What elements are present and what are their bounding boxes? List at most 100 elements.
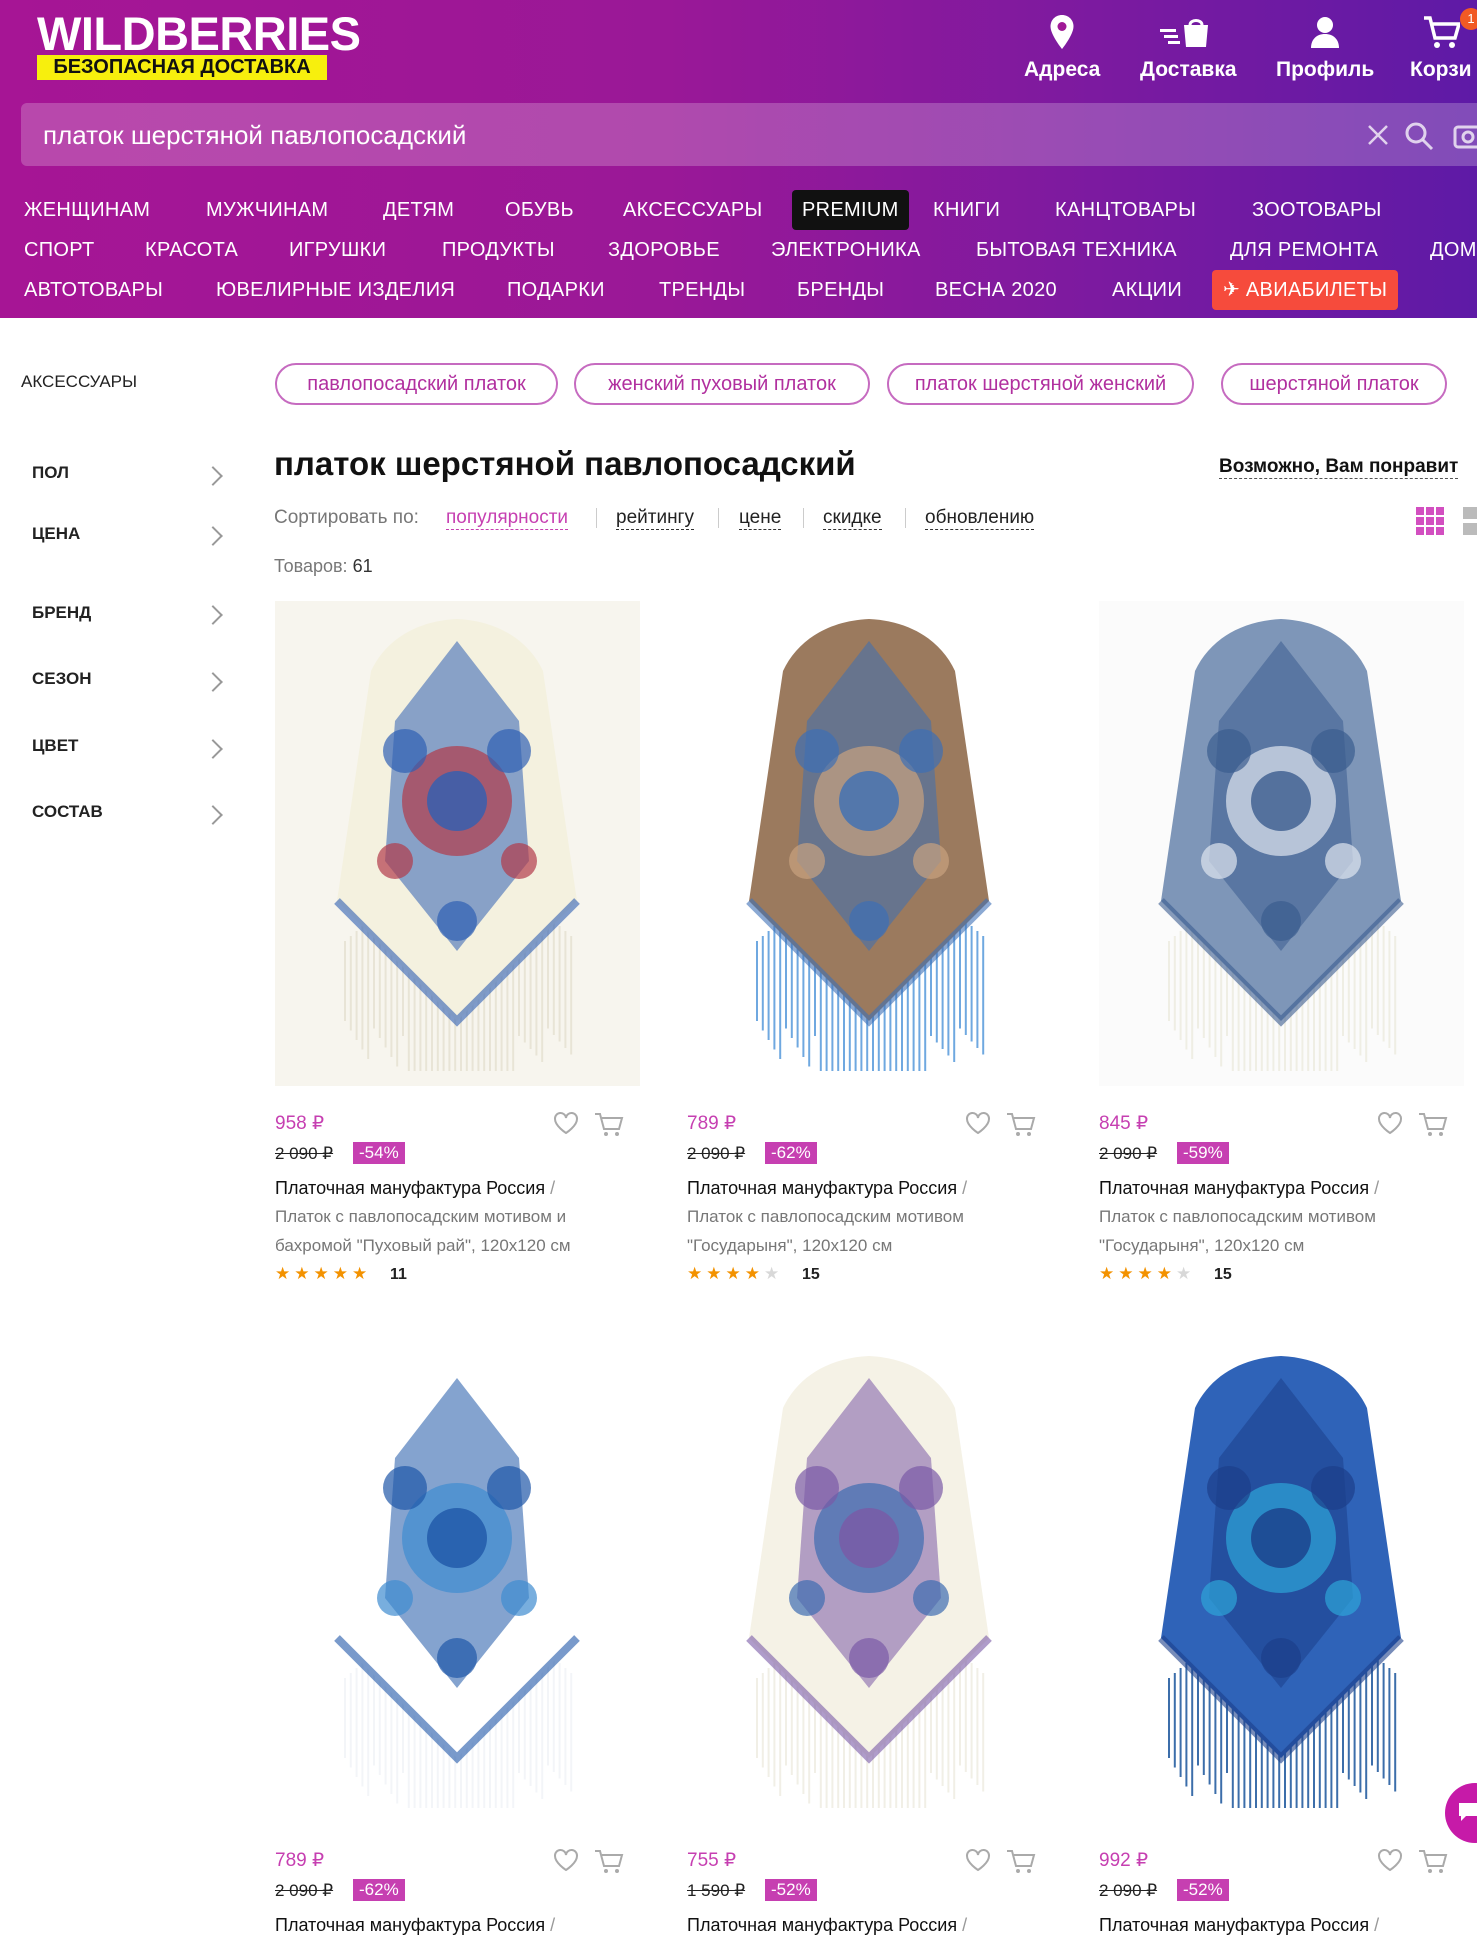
discount-badge: -62%	[765, 1142, 817, 1164]
cat-shoes[interactable]: ОБУВЬ	[505, 190, 574, 230]
product-image[interactable]	[275, 601, 640, 1086]
location-pin-icon	[1049, 12, 1075, 52]
product-brand[interactable]: Платочная мануфактура Россия /	[275, 1915, 555, 1936]
suggestion-chip[interactable]: павлопосадский платок	[275, 363, 558, 405]
cat-toys[interactable]: ИГРУШКИ	[289, 230, 386, 270]
filter-price[interactable]: ЦЕНА	[32, 524, 80, 544]
cat-spring-2020[interactable]: ВЕСНА 2020	[935, 270, 1057, 310]
add-to-cart-icon[interactable]	[1418, 1848, 1448, 1879]
nav-profile-label: Профиль	[1276, 58, 1375, 81]
cat-home[interactable]: ДОМ	[1430, 230, 1477, 270]
search-icon[interactable]	[1404, 121, 1434, 156]
heart-icon[interactable]	[553, 1111, 579, 1140]
review-count: 15	[1214, 1266, 1232, 1283]
cat-appliances[interactable]: БЫТОВАЯ ТЕХНИКА	[976, 230, 1177, 270]
cat-avia-label: АВИАБИЛЕТЫ	[1245, 279, 1388, 301]
add-to-cart-icon[interactable]	[594, 1848, 624, 1879]
cat-avia[interactable]: ✈ АВИАБИЛЕТЫ	[1212, 270, 1399, 310]
grid-view-icon[interactable]	[1416, 507, 1444, 535]
cat-beauty[interactable]: КРАСОТА	[145, 230, 238, 270]
cat-pets[interactable]: ЗООТОВАРЫ	[1252, 190, 1382, 230]
product-brand[interactable]: Платочная мануфактура Россия /	[1099, 1915, 1379, 1936]
cat-auto[interactable]: АВТОТОВАРЫ	[24, 270, 163, 310]
sort-discount[interactable]: скидке	[823, 507, 882, 530]
product-card[interactable]: 755 ₽ 1 590 ₽ -52% Платочная мануфактура…	[687, 1338, 1052, 1938]
search-input[interactable]	[41, 103, 1345, 168]
product-brand[interactable]: Платочная мануфактура Россия /	[687, 1178, 967, 1199]
product-image[interactable]	[1099, 601, 1464, 1086]
add-to-cart-icon[interactable]	[594, 1111, 624, 1142]
cat-accessories[interactable]: АКСЕССУАРЫ	[623, 190, 763, 230]
product-card[interactable]: 789 ₽ 2 090 ₽ -62% Платочная мануфактура…	[275, 1338, 640, 1938]
nav-addresses[interactable]: Адреса	[1024, 12, 1100, 82]
heart-icon[interactable]	[553, 1848, 579, 1877]
cat-food[interactable]: ПРОДУКТЫ	[442, 230, 555, 270]
sort-price[interactable]: цене	[739, 507, 782, 530]
sort-updated[interactable]: обновлению	[925, 507, 1035, 530]
cat-gifts[interactable]: ПОДАРКИ	[507, 270, 605, 310]
sort-rating[interactable]: рейтингу	[616, 507, 694, 530]
product-description[interactable]: Платок с павлопосадским мотивом "Государ…	[1099, 1202, 1444, 1260]
product-image[interactable]	[1099, 1338, 1464, 1823]
product-card[interactable]: 992 ₽ 2 090 ₽ -52% Платочная мануфактура…	[1099, 1338, 1464, 1938]
product-image[interactable]	[687, 1338, 1052, 1823]
product-brand[interactable]: Платочная мануфактура Россия /	[687, 1915, 967, 1936]
product-price: 992 ₽	[1099, 1850, 1149, 1871]
product-old-price: 2 090 ₽	[275, 1144, 334, 1163]
filter-composition[interactable]: СОСТАВ	[32, 802, 103, 822]
filter-color[interactable]: ЦВЕТ	[32, 736, 78, 756]
nav-delivery[interactable]: Доставка	[1140, 12, 1237, 82]
product-old-price: 2 090 ₽	[1099, 1144, 1158, 1163]
suggestion-chip[interactable]: шерстяной платок	[1221, 363, 1447, 405]
logo[interactable]: WILDBERRIES	[37, 6, 361, 61]
product-card[interactable]: 789 ₽ 2 090 ₽ -62% Платочная мануфактура…	[687, 601, 1052, 1283]
product-description[interactable]: Платок с павлопосадским мотивом "Государ…	[687, 1202, 1032, 1260]
product-brand[interactable]: Платочная мануфактура Россия /	[275, 1178, 555, 1199]
heart-icon[interactable]	[965, 1111, 991, 1140]
product-card[interactable]: 845 ₽ 2 090 ₽ -59% Платочная мануфактура…	[1099, 601, 1464, 1283]
sort-popularity[interactable]: популярности	[446, 507, 569, 530]
suggestion-chip[interactable]: женский пуховый платок	[574, 363, 870, 405]
filter-brand[interactable]: БРЕНД	[32, 603, 91, 623]
brand-separator: /	[962, 1915, 968, 1935]
nav-profile[interactable]: Профиль	[1276, 12, 1374, 82]
add-to-cart-icon[interactable]	[1006, 1848, 1036, 1879]
filter-gender[interactable]: ПОЛ	[32, 463, 69, 483]
cat-sales[interactable]: АКЦИИ	[1112, 270, 1182, 310]
cat-jewelry[interactable]: ЮВЕЛИРНЫЕ ИЗДЕЛИЯ	[216, 270, 455, 310]
cat-women[interactable]: ЖЕНЩИНАМ	[24, 190, 150, 230]
cat-electronics[interactable]: ЭЛЕКТРОНИКА	[771, 230, 921, 270]
suggestion-chip[interactable]: платок шерстяной женский	[887, 363, 1194, 405]
product-card[interactable]: 958 ₽ 2 090 ₽ -54% Платочная мануфактура…	[275, 601, 640, 1283]
sort-label: Сортировать по:	[274, 507, 419, 528]
product-description[interactable]: Платок с павлопосадским мотивом и бахром…	[275, 1202, 620, 1260]
maybe-like-link[interactable]: Возможно, Вам понравит	[1219, 456, 1459, 479]
cat-men[interactable]: МУЖЧИНАМ	[206, 190, 328, 230]
clear-search-icon[interactable]	[1366, 123, 1390, 152]
heart-icon[interactable]	[1377, 1848, 1403, 1877]
cat-books[interactable]: КНИГИ	[933, 190, 1000, 230]
product-brand[interactable]: Платочная мануфактура Россия /	[1099, 1178, 1379, 1199]
cat-sport[interactable]: СПОРТ	[24, 230, 95, 270]
cat-premium[interactable]: PREMIUM	[792, 190, 909, 230]
heart-icon[interactable]	[965, 1848, 991, 1877]
product-count-label: Товаров:	[274, 556, 348, 576]
heart-icon[interactable]	[1377, 1111, 1403, 1140]
cat-brands[interactable]: БРЕНДЫ	[797, 270, 884, 310]
filter-season[interactable]: СЕЗОН	[32, 669, 92, 689]
cat-health[interactable]: ЗДОРОВЬЕ	[608, 230, 720, 270]
breadcrumb[interactable]: АКСЕССУАРЫ	[21, 372, 137, 392]
cat-kids[interactable]: ДЕТЯМ	[383, 190, 454, 230]
review-count: 15	[802, 1266, 820, 1283]
add-to-cart-icon[interactable]	[1418, 1111, 1448, 1142]
add-to-cart-icon[interactable]	[1006, 1111, 1036, 1142]
cat-stationery[interactable]: КАНЦТОВАРЫ	[1055, 190, 1196, 230]
cart-count-badge: 1	[1460, 8, 1477, 30]
product-image[interactable]	[275, 1338, 640, 1823]
large-view-icon[interactable]	[1463, 507, 1477, 535]
product-price: 845 ₽	[1099, 1113, 1149, 1134]
cat-repair[interactable]: ДЛЯ РЕМОНТА	[1230, 230, 1378, 270]
cat-trends[interactable]: ТРЕНДЫ	[659, 270, 745, 310]
camera-search-icon[interactable]	[1453, 121, 1477, 154]
product-image[interactable]	[687, 601, 1052, 1086]
